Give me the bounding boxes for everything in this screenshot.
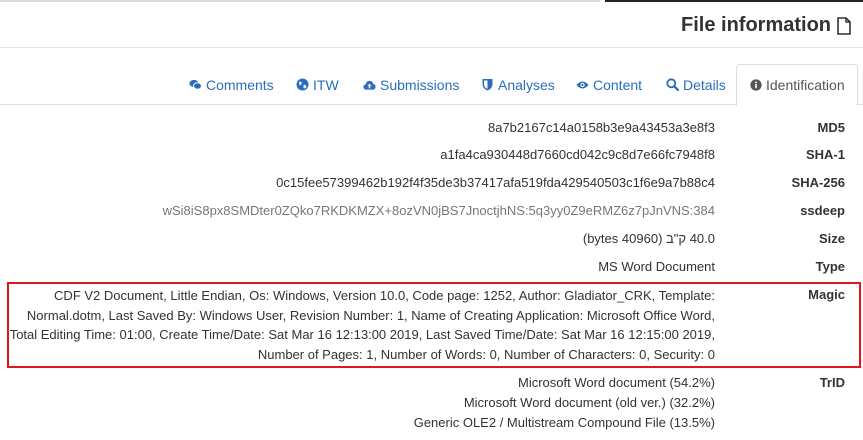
tab-analyses-label: Analyses bbox=[498, 76, 555, 93]
trid-line: Microsoft Word document (old ver.) (32.2… bbox=[463, 395, 715, 410]
tab-itw[interactable]: ITW bbox=[296, 64, 339, 105]
sha256-label: SHA-256 bbox=[791, 175, 845, 190]
tab-submissions[interactable]: Submissions bbox=[363, 64, 459, 105]
tab-details[interactable]: Details bbox=[666, 64, 726, 105]
magic-line: CDF V2 Document, Little Endian, Os: Wind… bbox=[54, 288, 715, 303]
sha256-value: 0c15fee57399462b192f4f35de3b37417afa519f… bbox=[276, 175, 715, 190]
page-title: File information bbox=[681, 14, 851, 37]
sha1-value: a1fa4ca930448d7660cd042c9c8d7e66fc7948f8 bbox=[440, 147, 715, 162]
globe-icon bbox=[296, 78, 309, 91]
size-value: 40.0 ק"ב (40960 bytes) bbox=[582, 231, 715, 246]
tab-identification-label: Identification bbox=[766, 77, 845, 93]
tab-details-label: Details bbox=[683, 76, 726, 93]
magic-line: Total Editing Time: 01:00, Create Time/D… bbox=[9, 327, 715, 342]
file-icon bbox=[837, 16, 851, 35]
md5-label: MD5 bbox=[817, 120, 845, 135]
trid-label: TrID bbox=[819, 375, 845, 390]
comments-icon bbox=[189, 78, 202, 91]
tab-comments[interactable]: Comments bbox=[189, 64, 274, 105]
cloud-upload-icon bbox=[363, 78, 376, 91]
tab-comments-label: Comments bbox=[206, 76, 274, 93]
shield-icon bbox=[481, 78, 494, 91]
md5-value: 8a7b2167c14a0158b3e9a43453a3e8f3 bbox=[487, 120, 715, 135]
tab-analyses[interactable]: Analyses bbox=[481, 64, 555, 105]
tab-content-label: Content bbox=[593, 76, 643, 93]
type-value: MS Word Document bbox=[598, 259, 715, 274]
ssdeep-label: ssdeep bbox=[800, 203, 845, 218]
tab-submissions-label: Submissions bbox=[380, 76, 460, 93]
size-label: Size bbox=[818, 231, 845, 246]
search-icon bbox=[666, 78, 679, 91]
tab-itw-label: ITW bbox=[313, 76, 339, 93]
page-title-text: File information bbox=[681, 14, 831, 36]
magic-value: CDF V2 Document, Little Endian, Os: Wind… bbox=[0, 286, 715, 364]
sha1-label: SHA-1 bbox=[805, 147, 845, 162]
eye-icon bbox=[576, 78, 589, 91]
magic-label: Magic bbox=[808, 287, 845, 302]
type-label: Type bbox=[815, 259, 845, 274]
tab-identification[interactable]: Identification bbox=[736, 64, 858, 106]
magic-line: Number of Pages: 1, Number of Words: 0, … bbox=[257, 346, 715, 362]
info-circle-icon bbox=[749, 79, 762, 92]
panel-header: File information bbox=[0, 2, 863, 48]
trid-line: Microsoft Word document (54.2%) bbox=[518, 375, 715, 390]
trid-line: Generic OLE2 / Multistream Compound File… bbox=[413, 415, 715, 430]
magic-line: Normal.dotm, Last Saved By: Windows User… bbox=[26, 307, 715, 323]
ssdeep-value: wSi8iS8px8SMDter0ZQko7RKDKMZX+8ozVN0jBS7… bbox=[162, 203, 715, 218]
tab-bar: Comments ITW Submissions Analyses Conten… bbox=[0, 64, 863, 106]
tab-content[interactable]: Content bbox=[576, 64, 642, 105]
